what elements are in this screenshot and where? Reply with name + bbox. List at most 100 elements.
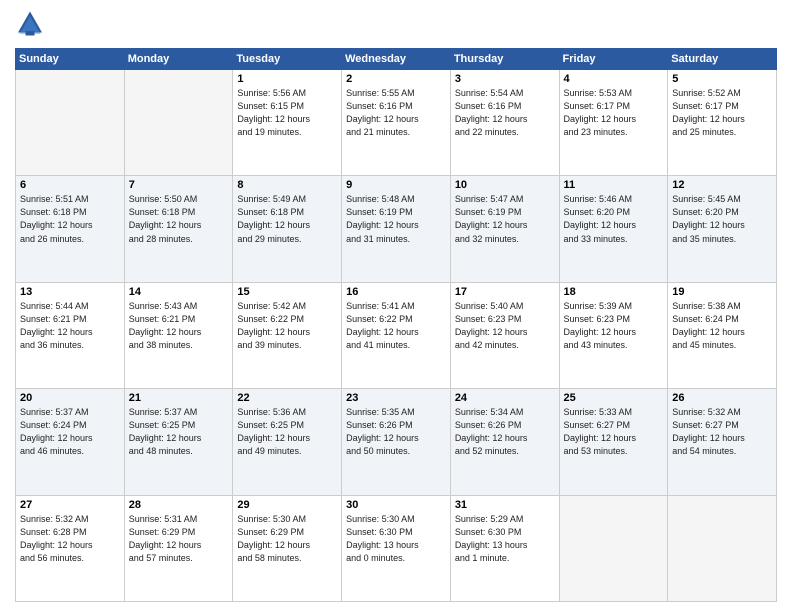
day-number: 30 (346, 499, 446, 511)
calendar-cell: 31 Sunrise: 5:29 AM Sunset: 6:30 PM Dayli… (450, 495, 559, 601)
weekday-header: Saturday (668, 49, 777, 70)
calendar-cell: 22 Sunrise: 5:36 AM Sunset: 6:25 PM Dayli… (233, 389, 342, 495)
day-number: 8 (237, 179, 337, 191)
day-number: 4 (564, 73, 664, 85)
calendar-cell: 1 Sunrise: 5:56 AM Sunset: 6:15 PM Daylig… (233, 70, 342, 176)
calendar: SundayMondayTuesdayWednesdayThursdayFrid… (15, 48, 777, 602)
calendar-header: SundayMondayTuesdayWednesdayThursdayFrid… (16, 49, 777, 70)
day-number: 7 (129, 179, 229, 191)
day-number: 28 (129, 499, 229, 511)
calendar-body: 1 Sunrise: 5:56 AM Sunset: 6:15 PM Daylig… (16, 70, 777, 602)
day-info: Sunrise: 5:55 AM Sunset: 6:16 PM Dayligh… (346, 87, 446, 139)
calendar-cell: 20Sunrise: 5:37 AM Sunset: 6:24 PM Dayli… (16, 389, 125, 495)
day-info: Sunrise: 5:47 AM Sunset: 6:19 PM Dayligh… (455, 193, 555, 245)
day-info: Sunrise: 5:30 AM Sunset: 6:30 PM Dayligh… (346, 513, 446, 565)
calendar-cell: 5 Sunrise: 5:52 AM Sunset: 6:17 PM Daylig… (668, 70, 777, 176)
calendar-cell: 14Sunrise: 5:43 AM Sunset: 6:21 PM Dayli… (124, 282, 233, 388)
day-info: Sunrise: 5:40 AM Sunset: 6:23 PM Dayligh… (455, 300, 555, 352)
calendar-cell: 18 Sunrise: 5:39 AM Sunset: 6:23 PM Dayli… (559, 282, 668, 388)
day-number: 16 (346, 286, 446, 298)
day-info: Sunrise: 5:49 AM Sunset: 6:18 PM Dayligh… (237, 193, 337, 245)
weekday-row: SundayMondayTuesdayWednesdayThursdayFrid… (16, 49, 777, 70)
calendar-week-row: 27Sunrise: 5:32 AM Sunset: 6:28 PM Dayli… (16, 495, 777, 601)
day-info: Sunrise: 5:42 AM Sunset: 6:22 PM Dayligh… (237, 300, 337, 352)
day-info: Sunrise: 5:34 AM Sunset: 6:26 PM Dayligh… (455, 406, 555, 458)
weekday-header: Wednesday (342, 49, 451, 70)
calendar-cell: 27Sunrise: 5:32 AM Sunset: 6:28 PM Dayli… (16, 495, 125, 601)
day-number: 20 (20, 392, 120, 404)
day-info: Sunrise: 5:52 AM Sunset: 6:17 PM Dayligh… (672, 87, 772, 139)
weekday-header: Thursday (450, 49, 559, 70)
day-info: Sunrise: 5:31 AM Sunset: 6:29 PM Dayligh… (129, 513, 229, 565)
day-number: 18 (564, 286, 664, 298)
calendar-cell: 30 Sunrise: 5:30 AM Sunset: 6:30 PM Dayli… (342, 495, 451, 601)
calendar-cell: 11 Sunrise: 5:46 AM Sunset: 6:20 PM Dayli… (559, 176, 668, 282)
calendar-cell: 21Sunrise: 5:37 AM Sunset: 6:25 PM Dayli… (124, 389, 233, 495)
calendar-cell: 3Sunrise: 5:54 AM Sunset: 6:16 PM Daylig… (450, 70, 559, 176)
calendar-cell: 4 Sunrise: 5:53 AM Sunset: 6:17 PM Daylig… (559, 70, 668, 176)
day-number: 2 (346, 73, 446, 85)
day-info: Sunrise: 5:46 AM Sunset: 6:20 PM Dayligh… (564, 193, 664, 245)
header (15, 10, 777, 40)
calendar-cell: 8 Sunrise: 5:49 AM Sunset: 6:18 PM Daylig… (233, 176, 342, 282)
calendar-cell (668, 495, 777, 601)
calendar-cell: 2 Sunrise: 5:55 AM Sunset: 6:16 PM Daylig… (342, 70, 451, 176)
day-info: Sunrise: 5:32 AM Sunset: 6:27 PM Dayligh… (672, 406, 772, 458)
calendar-cell: 25 Sunrise: 5:33 AM Sunset: 6:27 PM Dayli… (559, 389, 668, 495)
calendar-cell (559, 495, 668, 601)
calendar-cell: 13Sunrise: 5:44 AM Sunset: 6:21 PM Dayli… (16, 282, 125, 388)
day-info: Sunrise: 5:41 AM Sunset: 6:22 PM Dayligh… (346, 300, 446, 352)
day-info: Sunrise: 5:45 AM Sunset: 6:20 PM Dayligh… (672, 193, 772, 245)
day-info: Sunrise: 5:29 AM Sunset: 6:30 PM Dayligh… (455, 513, 555, 565)
day-number: 13 (20, 286, 120, 298)
day-info: Sunrise: 5:56 AM Sunset: 6:15 PM Dayligh… (237, 87, 337, 139)
day-info: Sunrise: 5:33 AM Sunset: 6:27 PM Dayligh… (564, 406, 664, 458)
day-number: 22 (237, 392, 337, 404)
day-info: Sunrise: 5:39 AM Sunset: 6:23 PM Dayligh… (564, 300, 664, 352)
calendar-cell: 15 Sunrise: 5:42 AM Sunset: 6:22 PM Dayli… (233, 282, 342, 388)
calendar-cell: 10 Sunrise: 5:47 AM Sunset: 6:19 PM Dayli… (450, 176, 559, 282)
day-info: Sunrise: 5:38 AM Sunset: 6:24 PM Dayligh… (672, 300, 772, 352)
day-number: 17 (455, 286, 555, 298)
day-number: 27 (20, 499, 120, 511)
day-number: 23 (346, 392, 446, 404)
calendar-week-row: 1 Sunrise: 5:56 AM Sunset: 6:15 PM Daylig… (16, 70, 777, 176)
weekday-header: Tuesday (233, 49, 342, 70)
day-number: 24 (455, 392, 555, 404)
day-number: 10 (455, 179, 555, 191)
day-info: Sunrise: 5:53 AM Sunset: 6:17 PM Dayligh… (564, 87, 664, 139)
day-number: 5 (672, 73, 772, 85)
day-number: 15 (237, 286, 337, 298)
day-info: Sunrise: 5:36 AM Sunset: 6:25 PM Dayligh… (237, 406, 337, 458)
weekday-header: Monday (124, 49, 233, 70)
day-number: 19 (672, 286, 772, 298)
logo (15, 10, 49, 40)
calendar-cell: 12Sunrise: 5:45 AM Sunset: 6:20 PM Dayli… (668, 176, 777, 282)
logo-icon (15, 10, 45, 40)
calendar-cell: 28 Sunrise: 5:31 AM Sunset: 6:29 PM Dayli… (124, 495, 233, 601)
calendar-cell: 19 Sunrise: 5:38 AM Sunset: 6:24 PM Dayli… (668, 282, 777, 388)
day-number: 25 (564, 392, 664, 404)
day-number: 9 (346, 179, 446, 191)
calendar-week-row: 6 Sunrise: 5:51 AM Sunset: 6:18 PM Daylig… (16, 176, 777, 282)
day-info: Sunrise: 5:48 AM Sunset: 6:19 PM Dayligh… (346, 193, 446, 245)
calendar-week-row: 13Sunrise: 5:44 AM Sunset: 6:21 PM Dayli… (16, 282, 777, 388)
day-number: 1 (237, 73, 337, 85)
day-number: 6 (20, 179, 120, 191)
calendar-cell: 7Sunrise: 5:50 AM Sunset: 6:18 PM Daylig… (124, 176, 233, 282)
day-info: Sunrise: 5:30 AM Sunset: 6:29 PM Dayligh… (237, 513, 337, 565)
calendar-cell: 23Sunrise: 5:35 AM Sunset: 6:26 PM Dayli… (342, 389, 451, 495)
day-number: 31 (455, 499, 555, 511)
day-number: 21 (129, 392, 229, 404)
calendar-cell: 9 Sunrise: 5:48 AM Sunset: 6:19 PM Daylig… (342, 176, 451, 282)
day-number: 3 (455, 73, 555, 85)
day-info: Sunrise: 5:51 AM Sunset: 6:18 PM Dayligh… (20, 193, 120, 245)
weekday-header: Friday (559, 49, 668, 70)
day-number: 14 (129, 286, 229, 298)
calendar-cell (124, 70, 233, 176)
calendar-cell: 17 Sunrise: 5:40 AM Sunset: 6:23 PM Dayli… (450, 282, 559, 388)
day-number: 11 (564, 179, 664, 191)
day-number: 26 (672, 392, 772, 404)
calendar-cell: 29Sunrise: 5:30 AM Sunset: 6:29 PM Dayli… (233, 495, 342, 601)
calendar-cell: 16 Sunrise: 5:41 AM Sunset: 6:22 PM Dayli… (342, 282, 451, 388)
